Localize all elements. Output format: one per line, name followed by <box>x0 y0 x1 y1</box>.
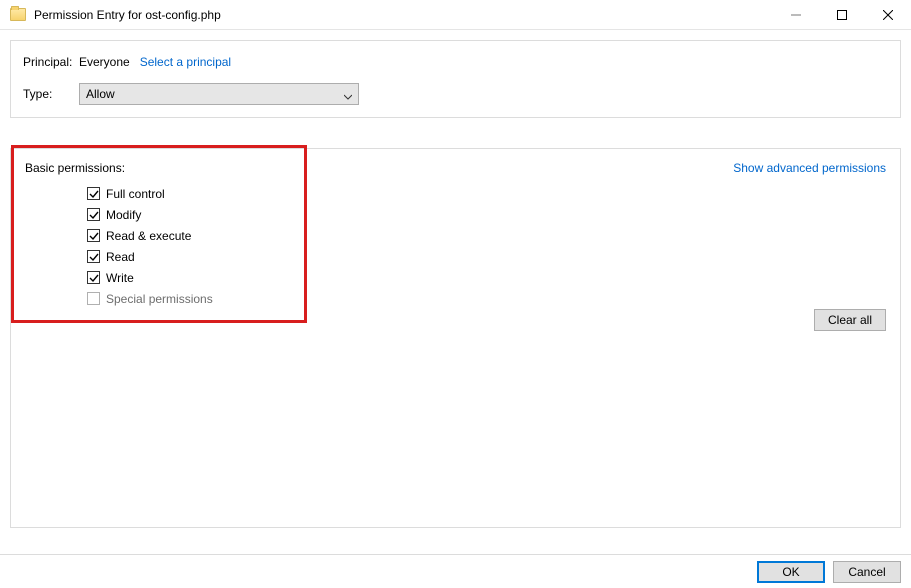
permission-item: Modify <box>87 204 886 225</box>
clear-all-label: Clear all <box>828 313 872 327</box>
principal-type-panel: Principal: Everyone Select a principal T… <box>10 40 901 118</box>
permission-item: Read <box>87 246 886 267</box>
permission-checkbox[interactable] <box>87 187 100 200</box>
close-button[interactable] <box>865 0 911 30</box>
permission-checkbox[interactable] <box>87 208 100 221</box>
ok-button[interactable]: OK <box>757 561 825 583</box>
permission-item: Write <box>87 267 886 288</box>
permission-label: Read <box>106 250 135 264</box>
chevron-down-icon <box>344 90 352 98</box>
type-select[interactable]: Allow <box>79 83 359 105</box>
type-label: Type: <box>23 87 79 101</box>
permission-checkbox[interactable] <box>87 229 100 242</box>
dialog-button-row: OK Cancel <box>0 554 911 588</box>
titlebar: Permission Entry for ost-config.php <box>0 0 911 30</box>
type-selected-value: Allow <box>86 87 115 101</box>
permission-checkbox[interactable] <box>87 250 100 263</box>
show-advanced-permissions-link[interactable]: Show advanced permissions <box>733 161 886 175</box>
permission-label: Special permissions <box>106 292 213 306</box>
cancel-button-label: Cancel <box>848 565 885 579</box>
maximize-button[interactable] <box>819 0 865 30</box>
permission-item: Full control <box>87 183 886 204</box>
minimize-button[interactable] <box>773 0 819 30</box>
permission-checkbox[interactable] <box>87 271 100 284</box>
permissions-list: Full control Modify Read & execute Read Writ… <box>87 183 886 309</box>
select-principal-link[interactable]: Select a principal <box>140 55 231 69</box>
window-title: Permission Entry for ost-config.php <box>34 8 221 22</box>
permission-label: Full control <box>106 187 165 201</box>
principal-value: Everyone <box>79 55 130 69</box>
clear-all-button[interactable]: Clear all <box>814 309 886 331</box>
principal-label: Principal: <box>23 55 79 69</box>
permission-item: Special permissions <box>87 288 886 309</box>
permission-label: Read & execute <box>106 229 191 243</box>
permission-checkbox <box>87 292 100 305</box>
permission-item: Read & execute <box>87 225 886 246</box>
cancel-button[interactable]: Cancel <box>833 561 901 583</box>
permission-label: Write <box>106 271 134 285</box>
ok-button-label: OK <box>782 565 799 579</box>
permission-label: Modify <box>106 208 141 222</box>
basic-permissions-heading: Basic permissions: <box>25 161 125 175</box>
permissions-panel: Basic permissions: Show advanced permiss… <box>10 148 901 528</box>
folder-icon <box>10 8 26 21</box>
